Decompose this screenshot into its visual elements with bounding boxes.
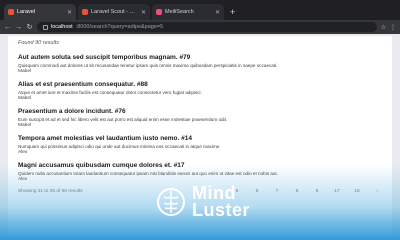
result-title[interactable]: Alias et est praesentium consequatur. #8…: [18, 81, 382, 88]
page-link[interactable]: 6: [252, 189, 262, 194]
result-item: Tempora amet molestias vel laudantium iu…: [18, 135, 382, 155]
close-tab-icon[interactable]: ✕: [141, 9, 146, 16]
new-tab-button[interactable]: +: [226, 4, 239, 20]
reload-icon[interactable]: ↻: [26, 23, 33, 31]
watermark-text: Mind Luster: [192, 184, 251, 220]
close-tab-icon[interactable]: ✕: [215, 9, 220, 16]
next-page-link[interactable]: ›: [372, 189, 382, 194]
result-author: Mabel: [18, 69, 32, 74]
page-link[interactable]: 9: [312, 189, 322, 194]
browser-tab[interactable]: Laravel Scout - Laravel - The ✕: [78, 4, 150, 20]
result-item: Praesentium a dolore incidunt. #76 Eum s…: [18, 108, 382, 128]
result-title[interactable]: Praesentium a dolore incidunt. #76: [18, 108, 382, 115]
page-link[interactable]: 7: [272, 189, 282, 194]
pagination-summary: Showing 21 to 25 of 90 results: [18, 189, 83, 194]
result-item: Aut autem soluta sed suscipit temporibus…: [18, 54, 382, 74]
tab-label: Laravel: [17, 9, 36, 15]
page-link[interactable]: 8: [292, 189, 302, 194]
result-author: Alex: [18, 150, 28, 155]
result-author: Alex: [18, 177, 28, 182]
tab-label: MeiliSearch: [165, 9, 194, 15]
forward-arrow-icon[interactable]: →: [15, 24, 22, 31]
laravel-favicon-icon: [82, 9, 88, 15]
address-bar-row: ← → ↻ localhost:8000/search?query=adipe&…: [0, 20, 400, 34]
toolbar-icons: ☆ ⋮: [381, 24, 396, 31]
meilisearch-favicon-icon: [156, 9, 162, 15]
laravel-favicon-icon: [8, 9, 14, 15]
brain-logo-icon: [157, 188, 185, 216]
page-links: 5 6 7 8 9 17 18 ›: [232, 189, 382, 194]
star-icon[interactable]: ☆: [381, 24, 386, 31]
close-tab-icon[interactable]: ✕: [67, 9, 72, 16]
watermark-line2: Luster: [192, 200, 251, 220]
result-title[interactable]: Magni accusamus quibusdam cumque dolores…: [18, 162, 382, 169]
result-title[interactable]: Tempora amet molestias vel laudantium iu…: [18, 135, 382, 142]
url-field[interactable]: localhost:8000/search?query=adipe&page=5: [37, 22, 377, 32]
result-title[interactable]: Aut autem soluta sed suscipit temporibus…: [18, 54, 382, 61]
back-arrow-icon[interactable]: ←: [4, 24, 11, 31]
result-item: Magni accusamus quibusdam cumque dolores…: [18, 162, 382, 182]
result-author: Mabel: [18, 123, 32, 128]
tab-label: Laravel Scout - Laravel - The: [91, 9, 138, 15]
mindluster-watermark: Mind Luster: [156, 184, 251, 220]
menu-icon[interactable]: ⋮: [390, 24, 396, 31]
result-author: Mabel: [18, 96, 32, 101]
page-link[interactable]: 18: [352, 189, 362, 194]
url-path: :8000/search?query=adipe&page=5: [75, 24, 164, 30]
result-item: Alias et est praesentium consequatur. #8…: [18, 81, 382, 101]
results-count: Found 90 results: [18, 40, 59, 46]
browser-tab-bar: Laravel ✕ Laravel Scout - Laravel - The …: [0, 0, 400, 20]
browser-tab[interactable]: MeiliSearch ✕: [152, 4, 224, 20]
url-host: localhost: [51, 24, 73, 30]
browser-tab[interactable]: Laravel ✕: [4, 4, 76, 20]
page-link[interactable]: 17: [332, 189, 342, 194]
site-info-icon[interactable]: [43, 24, 48, 30]
